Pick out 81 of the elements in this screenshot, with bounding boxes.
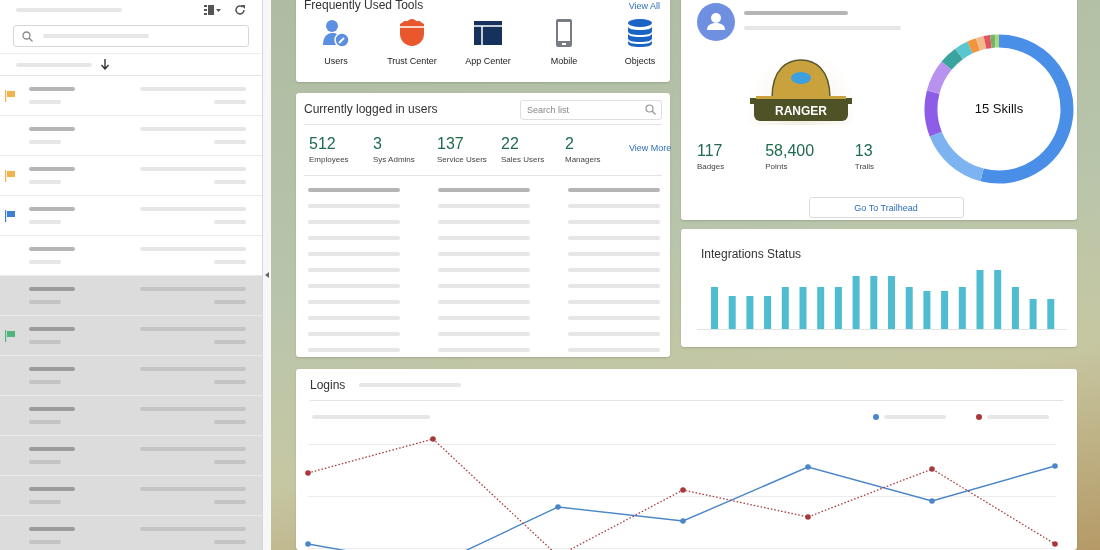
badge-label: RANGER	[754, 102, 848, 121]
stat-label: Sales Users	[501, 155, 546, 164]
view-more-link[interactable]: View More	[629, 143, 672, 153]
bar	[1029, 299, 1037, 329]
stat-value: 2	[565, 135, 575, 153]
skeleton-line	[29, 527, 75, 531]
avatar-icon	[697, 3, 735, 41]
bar	[905, 287, 913, 329]
skeleton-line	[29, 167, 75, 171]
search-field[interactable]	[13, 25, 249, 47]
list-view-icon[interactable]	[204, 4, 222, 16]
shield-icon	[397, 18, 427, 48]
skeleton-line	[29, 447, 75, 451]
bar	[888, 276, 895, 329]
tool-item[interactable]: Mobile	[526, 18, 602, 66]
card-title: Currently logged in users	[304, 101, 438, 116]
list-item[interactable]	[0, 436, 262, 476]
donut-segment	[955, 41, 973, 60]
search-icon	[22, 30, 33, 42]
go-to-trailhead-button[interactable]: Go To Trailhead	[808, 197, 964, 218]
stat-label: Service Users	[437, 155, 488, 164]
bar	[781, 287, 789, 329]
collapse-arrow-icon[interactable]	[265, 272, 269, 278]
tool-item[interactable]: App Center	[450, 18, 526, 66]
list-item[interactable]	[0, 396, 262, 436]
search-field[interactable]: Search list	[520, 99, 662, 120]
skeleton-line	[29, 207, 75, 211]
tool-item[interactable]: Users	[298, 18, 374, 66]
list-item[interactable]	[0, 356, 262, 396]
bar	[711, 287, 718, 329]
bar	[870, 276, 878, 329]
down-arrow-icon[interactable]	[100, 59, 110, 70]
bar	[834, 287, 842, 329]
person-wrench-icon	[321, 18, 351, 48]
bar	[994, 270, 1002, 329]
card-title: Integrations Status	[701, 247, 803, 261]
skeleton-line	[29, 487, 75, 491]
list-item[interactable]	[0, 316, 262, 356]
bar	[976, 270, 984, 329]
stat-value: 3	[373, 135, 383, 153]
stat-value: 22	[501, 135, 520, 153]
bar	[799, 287, 807, 329]
skeleton-line	[29, 287, 75, 291]
bar	[817, 287, 825, 329]
bar	[746, 296, 754, 329]
skeleton-line	[29, 407, 75, 411]
stat-value: 137	[437, 135, 465, 153]
stat-label: Trails	[854, 162, 876, 171]
tool-item[interactable]: Objects	[602, 18, 678, 66]
stat-label: Points	[765, 162, 789, 171]
bar	[958, 287, 966, 329]
skeleton-line	[29, 127, 75, 131]
card-title: Logins	[310, 377, 346, 392]
list-item[interactable]	[0, 516, 262, 550]
bar	[941, 291, 949, 329]
card-title: Frequently Used Tools	[304, 0, 424, 12]
database-icon	[625, 18, 655, 48]
skeleton-line	[29, 367, 75, 371]
stat-label: Managers	[565, 155, 602, 164]
search-icon	[645, 103, 656, 115]
skeleton-line	[29, 87, 75, 91]
bar	[1047, 299, 1055, 329]
skeleton-line	[29, 247, 75, 251]
tool-item[interactable]: Trust Center	[374, 18, 450, 66]
bar	[923, 291, 931, 329]
bar	[1011, 287, 1019, 329]
stat-label: Sys Admins	[373, 155, 416, 164]
stat-value: 512	[309, 135, 337, 153]
stat-value: 117	[697, 142, 724, 160]
donut-label: 15 Skills	[973, 101, 1025, 116]
stat-value: 13	[854, 142, 874, 160]
stat-label: Badges	[697, 162, 726, 171]
list-item[interactable]	[0, 476, 262, 516]
skeleton-line	[29, 327, 75, 331]
stat-value: 58,400	[765, 142, 816, 160]
stat-label: Employees	[309, 155, 350, 164]
bar	[852, 276, 860, 329]
view-all-link[interactable]: View All	[628, 1, 660, 11]
bar	[728, 296, 736, 329]
bar	[764, 296, 772, 329]
refresh-icon[interactable]	[234, 4, 246, 16]
